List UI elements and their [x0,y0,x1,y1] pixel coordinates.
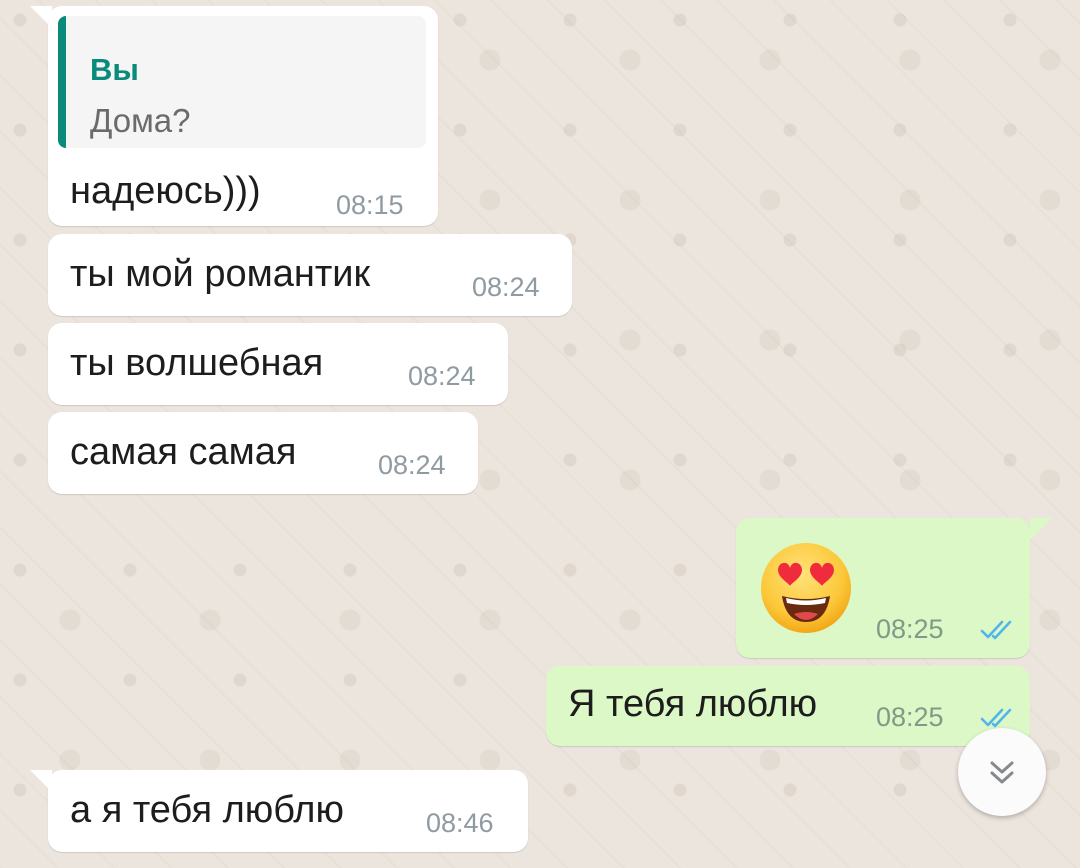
quoted-message-author: Вы [90,52,139,87]
quote-accent-bar [58,16,66,148]
message-time: 08:25 [876,702,944,732]
quoted-message-text: Дома? [90,102,191,139]
message-time: 08:24 [408,361,476,391]
message-time: 08:25 [876,614,944,644]
message-text: самая самая [70,431,297,473]
message-text: а я тебя люблю [70,789,344,831]
message-text: Я тебя люблю [568,683,818,725]
message-bubble-outgoing[interactable]: 08:25 [736,518,1030,658]
message-time: 08:24 [472,272,540,302]
bubble-tail [30,770,52,792]
message-bubble-incoming[interactable]: самая самая 08:24 [48,412,478,494]
message-time: 08:24 [378,450,446,480]
message-bubble-incoming[interactable]: ты мой романтик 08:24 [48,234,572,316]
bubble-tail [30,6,52,28]
double-check-icon [980,620,1012,640]
heart-eyes-emoji [761,543,851,633]
message-time: 08:15 [336,190,404,220]
double-chevron-down-icon [990,761,1014,784]
message-text: ты мой романтик [70,253,371,295]
message-bubble-incoming[interactable]: ты волшебная 08:24 [48,323,508,405]
quoted-message[interactable]: Вы Дома? [58,16,426,148]
message-text: надеюсь))) [70,170,261,212]
message-bubble-outgoing[interactable]: Я тебя люблю 08:25 [546,666,1030,746]
message-bubble-incoming[interactable]: а я тебя люблю 08:46 [48,770,528,852]
message-text: ты волшебная [70,342,324,384]
double-check-icon [980,708,1012,728]
scroll-to-bottom-button[interactable] [958,728,1046,816]
message-time: 08:46 [426,808,494,838]
message-bubble-incoming[interactable]: Вы Дома? надеюсь))) 08:15 [48,6,438,226]
bubble-tail [1030,518,1052,540]
